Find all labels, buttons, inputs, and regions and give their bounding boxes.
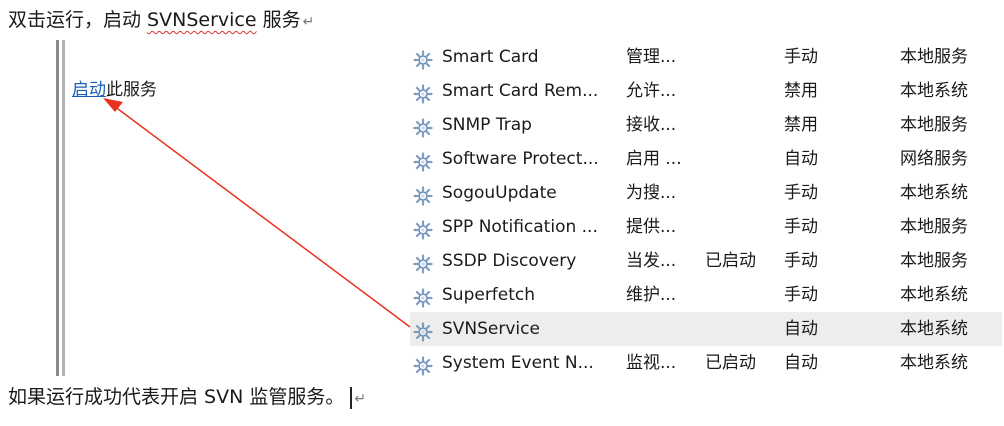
start-service-action: 启动此服务 — [72, 77, 157, 103]
service-name: SSDP Discovery — [442, 251, 577, 271]
service-startup-type: 手动 — [784, 285, 818, 305]
service-startup-type: 手动 — [784, 217, 818, 237]
start-service-link[interactable]: 启动 — [72, 80, 106, 100]
service-startup-type: 禁用 — [784, 81, 818, 101]
instruction-text-bottom: 如果运行成功代表开启 SVN 监管服务。 ↵ — [8, 383, 366, 413]
service-description: 启用 ... — [626, 149, 682, 169]
service-startup-type: 禁用 — [784, 115, 818, 135]
service-startup-type: 手动 — [784, 47, 818, 67]
start-service-suffix: 此服务 — [106, 80, 157, 100]
service-startup-type: 自动 — [784, 319, 818, 339]
service-description: 接收... — [626, 115, 677, 135]
service-row[interactable]: Superfetch 维护... 手动 本地系统 — [410, 278, 1002, 312]
instruction-text-top: 双击运行，启动 SVNService 服务 ↵ — [8, 6, 314, 36]
service-name: SogouUpdate — [442, 183, 557, 203]
service-logon-as: 本地服务 — [900, 251, 968, 271]
service-row[interactable]: SVNService 自动 本地系统 — [410, 312, 1002, 346]
service-name: Smart Card — [442, 47, 539, 67]
service-name: SPP Notification ... — [442, 217, 598, 237]
service-row[interactable]: Smart Card Rem... 允许... 禁用 本地系统 — [410, 74, 1002, 108]
service-description: 维护... — [626, 285, 677, 305]
service-row[interactable]: System Event N... 监视... 已启动 自动 本地系统 — [410, 346, 1002, 380]
gear-icon — [413, 150, 433, 172]
gear-icon — [413, 286, 433, 308]
service-status: 已启动 — [705, 353, 756, 373]
service-description: 当发... — [626, 251, 677, 271]
paragraph-mark-bottom: ↵ — [354, 391, 367, 407]
service-name: Smart Card Rem... — [442, 81, 599, 101]
service-logon-as: 本地服务 — [900, 47, 968, 67]
gear-icon — [413, 252, 433, 274]
service-name: Software Protect... — [442, 149, 599, 169]
service-description: 为搜... — [626, 183, 677, 203]
service-name: SVNService — [442, 319, 540, 339]
service-description: 提供... — [626, 217, 677, 237]
left-panel-border-inner — [62, 40, 65, 376]
gear-icon — [413, 82, 433, 104]
service-logon-as: 本地系统 — [900, 319, 968, 339]
service-startup-type: 自动 — [784, 149, 818, 169]
gear-icon — [413, 116, 433, 138]
arrow-line — [113, 105, 411, 328]
instruction-suffix: 服务 — [256, 9, 301, 31]
left-panel-border — [56, 40, 59, 376]
instruction-bottom-text: 如果运行成功代表开启 SVN 监管服务。 — [8, 386, 345, 408]
service-row[interactable]: Smart Card 管理... 手动 本地服务 — [410, 40, 1002, 74]
services-list: Smart Card 管理... 手动 本地服务 Smart Card Rem... 允许… — [410, 40, 1002, 380]
service-description: 管理... — [626, 47, 677, 67]
gear-icon — [413, 184, 433, 206]
service-row[interactable]: SogouUpdate 为搜... 手动 本地系统 — [410, 176, 1002, 210]
text-cursor — [350, 386, 353, 409]
service-row[interactable]: SNMP Trap 接收... 禁用 本地服务 — [410, 108, 1002, 142]
service-logon-as: 网络服务 — [900, 149, 968, 169]
gear-icon — [413, 320, 433, 342]
service-logon-as: 本地系统 — [900, 353, 968, 373]
service-startup-type: 自动 — [784, 353, 818, 373]
service-row[interactable]: SPP Notification ... 提供... 手动 本地服务 — [410, 210, 1002, 244]
gear-icon — [413, 354, 433, 376]
service-logon-as: 本地服务 — [900, 115, 968, 135]
instruction-service-word: SVNService — [147, 9, 257, 31]
gear-icon — [413, 218, 433, 240]
service-description: 监视... — [626, 353, 677, 373]
service-logon-as: 本地系统 — [900, 81, 968, 101]
service-logon-as: 本地系统 — [900, 285, 968, 305]
service-row[interactable]: Software Protect... 启用 ... 自动 网络服务 — [410, 142, 1002, 176]
service-logon-as: 本地服务 — [900, 217, 968, 237]
service-startup-type: 手动 — [784, 251, 818, 271]
service-name: Superfetch — [442, 285, 536, 305]
instruction-prefix: 双击运行，启动 — [8, 9, 148, 31]
service-row[interactable]: SSDP Discovery 当发... 已启动 手动 本地服务 — [410, 244, 1002, 278]
paragraph-mark: ↵ — [302, 14, 315, 30]
gear-icon — [413, 48, 433, 70]
service-startup-type: 手动 — [784, 183, 818, 203]
service-logon-as: 本地系统 — [900, 183, 968, 203]
service-description: 允许... — [626, 81, 677, 101]
service-status: 已启动 — [705, 251, 756, 271]
service-name: System Event N... — [442, 353, 594, 373]
service-name: SNMP Trap — [442, 115, 532, 135]
